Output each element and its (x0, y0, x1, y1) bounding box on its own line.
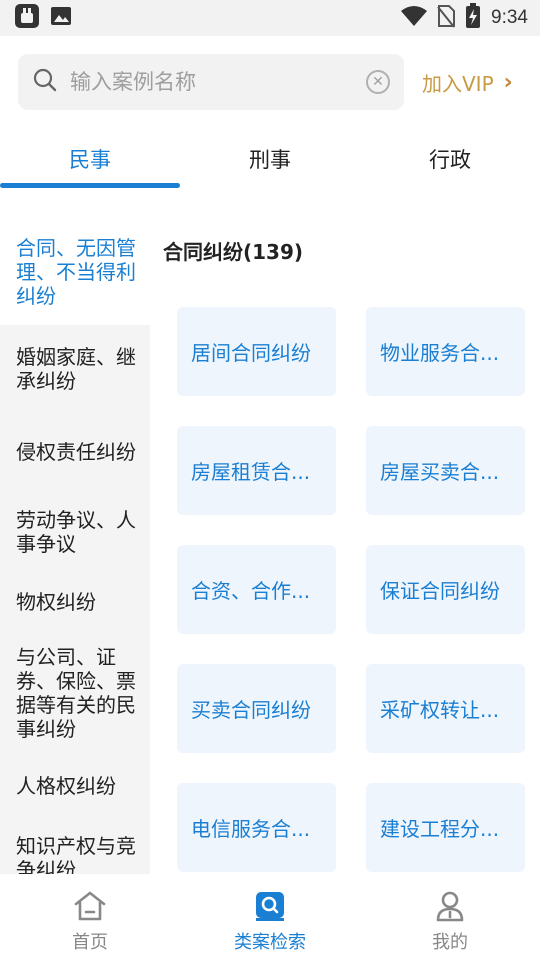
notification-icon (14, 3, 40, 33)
case-search-icon (252, 888, 288, 924)
no-sim-icon (437, 4, 456, 32)
status-bar: 9:34 (0, 0, 540, 36)
bottom-nav: 首页 类案检索 我的 (0, 874, 540, 960)
content-panel: 合同纠纷(139) 居间合同纠纷 物业服务合... 房屋租赁合... 房屋买卖合… (150, 218, 540, 874)
tab-civil[interactable]: 民事 (0, 130, 180, 188)
tab-administrative[interactable]: 行政 (360, 130, 540, 188)
case-card[interactable]: 物业服务合... (366, 307, 525, 396)
case-card[interactable]: 房屋买卖合... (366, 426, 525, 515)
search-row: ✕ 加入VIP › (18, 54, 524, 110)
nav-case-search[interactable]: 类案检索 (180, 874, 360, 960)
sidebar-item-ip[interactable]: 知识产权与竞争纠纷 (0, 816, 150, 874)
sidebar-item-company[interactable]: 与公司、证券、保险、票据等有关的民事纠纷 (0, 630, 150, 756)
image-icon (50, 5, 72, 31)
join-vip-link[interactable]: 加入VIP › (422, 68, 513, 97)
case-card[interactable]: 电信服务合... (177, 783, 336, 872)
case-card[interactable]: 居间合同纠纷 (177, 307, 336, 396)
category-tabs: 民事 刑事 行政 (0, 130, 540, 188)
nav-case-search-label: 类案检索 (234, 932, 306, 953)
sidebar-item-property[interactable]: 物权纠纷 (0, 573, 150, 630)
sidebar-item-tort[interactable]: 侵权责任纠纷 (0, 413, 150, 490)
status-time: 9:34 (491, 7, 528, 28)
case-card[interactable]: 买卖合同纠纷 (177, 664, 336, 753)
join-vip-label: 加入VIP (422, 71, 494, 96)
search-input[interactable] (70, 70, 366, 94)
section-title: 合同纠纷(139) (163, 240, 304, 264)
nav-mine[interactable]: 我的 (360, 874, 540, 960)
case-card[interactable]: 房屋租赁合... (177, 426, 336, 515)
sidebar-item-contract[interactable]: 合同、无因管理、不当得利纠纷 (0, 218, 150, 325)
nav-mine-label: 我的 (432, 932, 468, 953)
nav-home-label: 首页 (72, 932, 108, 953)
home-icon (72, 888, 108, 924)
chevron-right-icon: › (503, 69, 513, 95)
sidebar-item-personality[interactable]: 人格权纠纷 (0, 756, 150, 816)
battery-icon (465, 3, 481, 33)
nav-home[interactable]: 首页 (0, 874, 180, 960)
case-card[interactable]: 采矿权转让... (366, 664, 525, 753)
case-card[interactable]: 建设工程分... (366, 783, 525, 872)
case-card[interactable]: 保证合同纠纷 (366, 545, 525, 634)
sidebar: 合同、无因管理、不当得利纠纷 婚姻家庭、继承纠纷 侵权责任纠纷 劳动争议、人事争… (0, 218, 150, 874)
clear-icon[interactable]: ✕ (366, 70, 390, 94)
sidebar-item-labor[interactable]: 劳动争议、人事争议 (0, 490, 150, 573)
user-icon (432, 888, 468, 924)
tab-criminal[interactable]: 刑事 (180, 130, 360, 188)
case-card[interactable]: 合资、合作... (177, 545, 336, 634)
search-icon (32, 67, 58, 97)
search-box[interactable]: ✕ (18, 54, 404, 110)
sidebar-item-marriage[interactable]: 婚姻家庭、继承纠纷 (0, 325, 150, 413)
wifi-icon (401, 5, 428, 31)
